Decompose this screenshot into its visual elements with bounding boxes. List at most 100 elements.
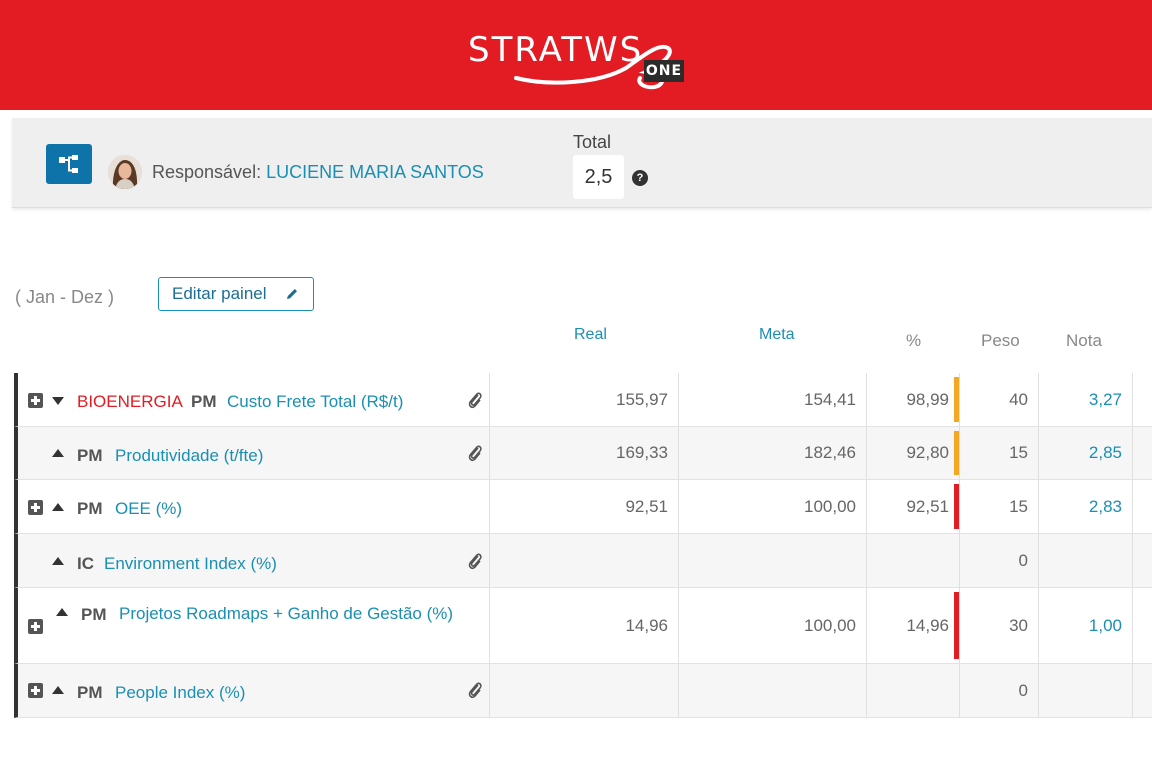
meta-value: 100,00 xyxy=(804,615,856,635)
logo-badge: ONE xyxy=(644,60,684,82)
indicator-type: IC xyxy=(77,554,94,573)
cell-real: 169,33 xyxy=(489,427,678,479)
cell-extra xyxy=(1132,480,1152,533)
cell-peso: 40 xyxy=(959,373,1038,426)
avatar xyxy=(108,155,142,189)
cell-nota: 3,27 xyxy=(1038,373,1132,426)
peso-value: 15 xyxy=(1009,496,1028,516)
peso-value: 0 xyxy=(1018,550,1028,570)
cell-real: 92,51 xyxy=(489,480,678,533)
expand-plus-icon[interactable] xyxy=(28,683,43,698)
real-value: 92,51 xyxy=(625,496,668,516)
peso-value: 30 xyxy=(1009,615,1028,635)
cell-real: 14,96 xyxy=(489,588,678,663)
cell-meta: 182,46 xyxy=(678,427,866,479)
total-label: Total xyxy=(573,132,612,152)
responsible-label-text: Responsável: xyxy=(152,162,262,182)
cell-nota: 2,85 xyxy=(1038,427,1132,479)
top-header: STRATWS ONE xyxy=(0,0,1152,110)
cell-peso: 30 xyxy=(959,588,1038,663)
responsible-bar: Responsável: LUCIENE MARIA SANTOS Total … xyxy=(12,118,1152,208)
meta-value: 154,41 xyxy=(804,389,856,409)
paperclip-icon[interactable] xyxy=(466,551,484,571)
peso-value: 0 xyxy=(1018,680,1028,700)
nota-value[interactable]: 2,85 xyxy=(1089,443,1122,463)
cell-real: 155,97 xyxy=(489,373,678,426)
table-row: PM Produtividade (t/fte) 169,33 182,46 9… xyxy=(14,427,1152,480)
nota-value[interactable]: 1,00 xyxy=(1089,616,1122,636)
expand-plus-icon[interactable] xyxy=(28,619,43,634)
arrow-up-icon xyxy=(52,686,64,694)
user-photo xyxy=(108,155,142,189)
cell-extra xyxy=(1132,588,1152,663)
cell-real xyxy=(489,664,678,717)
cell-percent: 98,99 xyxy=(866,373,959,426)
percent-value: 92,51 xyxy=(906,496,949,516)
percent-value: 92,80 xyxy=(906,443,949,462)
paperclip-icon[interactable] xyxy=(466,390,484,410)
cell-percent: 92,80 xyxy=(866,427,959,479)
cell-percent xyxy=(866,534,959,587)
total-value: 2,5 xyxy=(573,155,624,199)
indicator-name[interactable]: Environment Index (%) xyxy=(104,550,277,578)
cell-nota xyxy=(1038,664,1132,717)
cell-extra xyxy=(1132,373,1152,426)
indicator-name[interactable]: People Index (%) xyxy=(115,679,245,707)
cell-extra xyxy=(1132,427,1152,479)
indicator-name[interactable]: Projetos Roadmaps + Ganho de Gestão (%) xyxy=(56,600,456,628)
indicator-type: PM xyxy=(77,683,103,702)
table-row: PM Projetos Roadmaps + Ganho de Gestão (… xyxy=(14,588,1152,664)
expand-plus-icon[interactable] xyxy=(28,500,43,515)
cell-meta xyxy=(678,664,866,717)
arrow-up-icon xyxy=(52,503,64,511)
cell-meta xyxy=(678,534,866,587)
cell-peso: 15 xyxy=(959,480,1038,533)
cell-peso: 15 xyxy=(959,427,1038,479)
indicator-type: PM xyxy=(191,392,217,411)
real-value: 169,33 xyxy=(616,443,668,462)
cell-extra xyxy=(1132,534,1152,587)
percent-value: 14,96 xyxy=(906,615,949,635)
cell-meta: 100,00 xyxy=(678,480,866,533)
arrow-up-icon xyxy=(52,557,64,565)
table-row: IC Environment Index (%) 0 xyxy=(14,534,1152,588)
meta-value: 100,00 xyxy=(804,496,856,516)
indicator-name[interactable]: Custo Frete Total (R$/t) xyxy=(227,388,403,416)
column-header-real[interactable]: Real xyxy=(574,326,607,344)
arrow-up-icon xyxy=(52,449,64,457)
nota-value[interactable]: 2,83 xyxy=(1089,497,1122,517)
indicator-type: PM xyxy=(77,446,103,465)
indicator-name[interactable]: Produtividade (t/fte) xyxy=(115,442,263,470)
column-header-nota: Nota xyxy=(1066,331,1102,350)
edit-panel-label: Editar painel xyxy=(172,284,267,303)
cell-nota: 2,83 xyxy=(1038,480,1132,533)
department-label: BIOENERGIA xyxy=(77,392,183,411)
cell-meta: 100,00 xyxy=(678,588,866,663)
pencil-icon xyxy=(287,289,297,299)
responsible-name[interactable]: LUCIENE MARIA SANTOS xyxy=(266,162,484,182)
nota-value[interactable]: 3,27 xyxy=(1089,390,1122,410)
indicator-name[interactable]: OEE (%) xyxy=(115,495,182,523)
peso-value: 40 xyxy=(1009,389,1028,409)
cell-extra xyxy=(1132,664,1152,717)
indicator-type: PM xyxy=(77,499,103,518)
column-header-meta[interactable]: Meta xyxy=(759,326,795,344)
org-tree-icon xyxy=(59,155,78,173)
meta-value: 182,46 xyxy=(804,443,856,462)
cell-real xyxy=(489,534,678,587)
paperclip-icon[interactable] xyxy=(466,680,484,700)
cell-peso: 0 xyxy=(959,664,1038,717)
table-row: PM OEE (%) 92,51 100,00 92,51 15 2,83 xyxy=(14,480,1152,534)
app-logo[interactable]: STRATWS ONE xyxy=(468,28,688,90)
arrow-down-icon xyxy=(52,397,64,405)
expand-plus-icon[interactable] xyxy=(28,393,43,408)
paperclip-icon[interactable] xyxy=(466,443,484,463)
period-range: ( Jan - Dez ) xyxy=(15,287,115,307)
edit-panel-button[interactable]: Editar painel xyxy=(158,277,314,311)
percent-value: 98,99 xyxy=(906,389,949,409)
cell-nota xyxy=(1038,534,1132,587)
question-circle-icon[interactable]: ? xyxy=(632,170,648,186)
org-tree-button[interactable] xyxy=(46,144,92,184)
table-row: BIOENERGIA PM Custo Frete Total (R$/t) 1… xyxy=(14,373,1152,427)
table-row: PM People Index (%) 0 xyxy=(14,664,1152,718)
